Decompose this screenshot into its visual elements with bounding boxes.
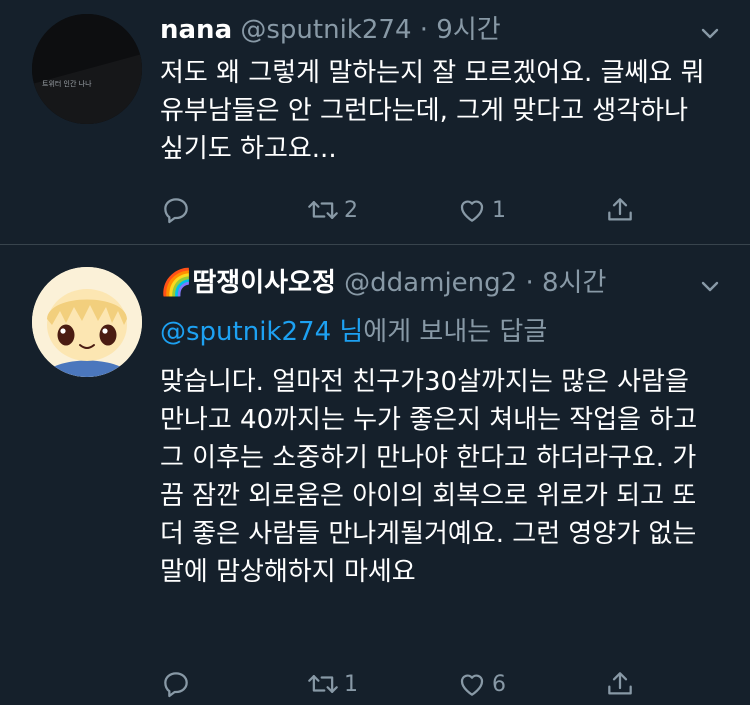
like-count: 1 bbox=[492, 197, 506, 223]
avatar[interactable]: 트위터 인간 나나 bbox=[32, 14, 142, 124]
like-button[interactable]: 1 bbox=[456, 190, 506, 230]
avatar-caption: 트위터 인간 나나 bbox=[42, 79, 92, 88]
reply-to-suffix-accent: 님 bbox=[331, 317, 364, 347]
tweet-actions: 2 1 bbox=[160, 190, 640, 230]
heart-icon bbox=[460, 200, 484, 222]
retweet-icon bbox=[308, 675, 338, 693]
chevron-down-icon[interactable] bbox=[697, 20, 723, 46]
retweet-count: 1 bbox=[344, 671, 358, 697]
reply-to-suffix: 에게 보내는 답글 bbox=[363, 317, 548, 347]
heart-icon bbox=[460, 674, 484, 696]
reply-icon bbox=[164, 672, 188, 698]
tweet-1[interactable]: 트위터 인간 나나 nana @sputnik274 · 9시간 저도 왜 그렇… bbox=[0, 0, 750, 244]
chevron-down-icon[interactable] bbox=[697, 273, 723, 299]
handle[interactable]: @sputnik274 bbox=[240, 15, 411, 45]
share-button[interactable] bbox=[604, 664, 636, 704]
like-count: 6 bbox=[492, 671, 506, 697]
avatar-image bbox=[32, 267, 142, 377]
share-icon bbox=[608, 672, 632, 695]
reply-context: @sputnik274 님에게 보내는 답글 bbox=[160, 315, 547, 349]
reply-to-handle[interactable]: @sputnik274 bbox=[160, 317, 331, 347]
tweet-text: 저도 왜 그렇게 말하는지 잘 모르겠어요. 글쎄요 뭐 유부남들은 안 그런다… bbox=[160, 58, 705, 164]
timestamp[interactable]: 9시간 bbox=[436, 15, 500, 45]
retweet-icon bbox=[308, 201, 338, 219]
reply-button[interactable] bbox=[160, 190, 196, 230]
avatar-image: 트위터 인간 나나 bbox=[32, 14, 142, 124]
like-button[interactable]: 6 bbox=[456, 664, 506, 704]
tweet-actions: 1 6 bbox=[160, 664, 640, 704]
tweet-text: 맞습니다. 얼마전 친구가30살까지는 많은 사람을 만나고 40까지는 누가 … bbox=[160, 367, 698, 587]
tweet-2[interactable]: 🌈땀쟁이사오정 @ddamjeng2 · 8시간 @sputnik274 님에게… bbox=[0, 245, 750, 705]
reply-icon bbox=[164, 198, 188, 224]
tweet-header: 🌈땀쟁이사오정 @ddamjeng2 · 8시간 bbox=[160, 267, 606, 299]
retweet-button[interactable]: 1 bbox=[306, 664, 358, 704]
reply-button[interactable] bbox=[160, 664, 196, 704]
display-name[interactable]: 🌈땀쟁이사오정 bbox=[160, 268, 336, 298]
share-button[interactable] bbox=[604, 190, 636, 230]
retweet-button[interactable]: 2 bbox=[306, 190, 358, 230]
avatar[interactable] bbox=[32, 267, 142, 377]
retweet-count: 2 bbox=[344, 197, 358, 223]
dot-separator: · bbox=[517, 268, 542, 298]
timestamp[interactable]: 8시간 bbox=[542, 268, 606, 298]
display-name[interactable]: nana bbox=[160, 15, 232, 45]
dot-separator: · bbox=[411, 15, 437, 45]
handle[interactable]: @ddamjeng2 bbox=[344, 268, 517, 298]
share-icon bbox=[608, 198, 632, 221]
tweet-header: nana @sputnik274 · 9시간 bbox=[160, 14, 501, 46]
